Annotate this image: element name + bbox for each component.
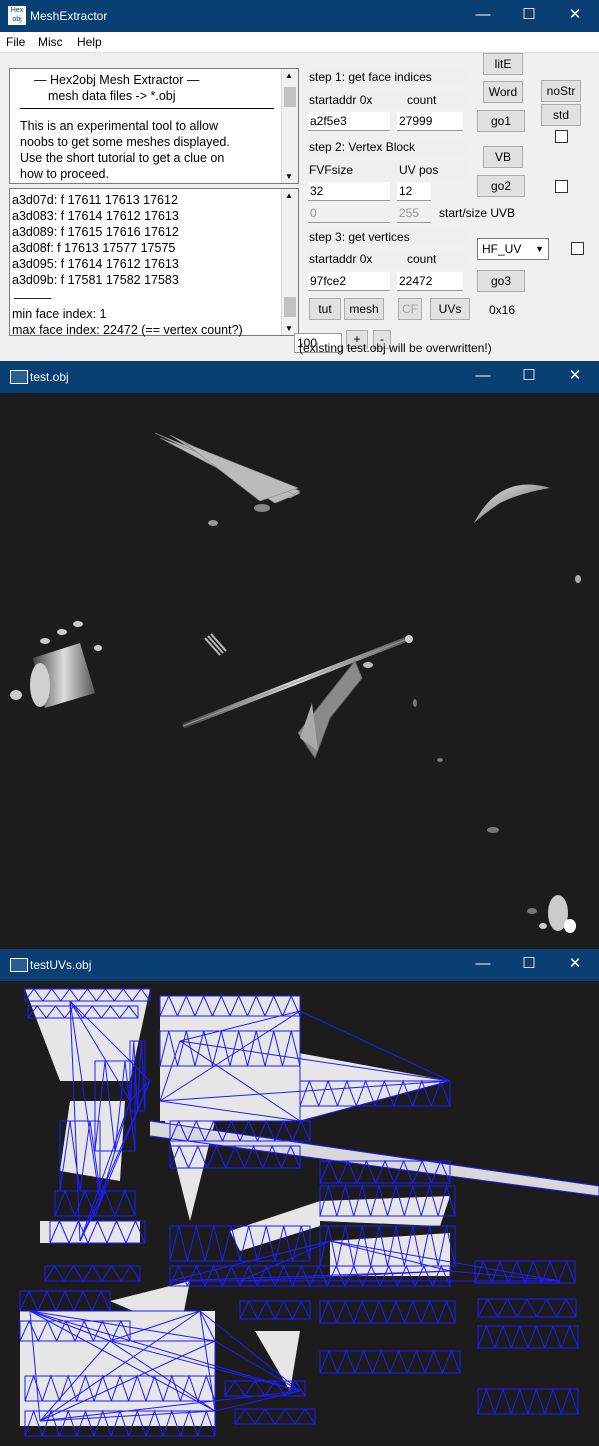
- lite-button[interactable]: litE: [483, 53, 523, 75]
- tut-button[interactable]: tut: [309, 298, 341, 320]
- app-icon: Hex obj: [8, 6, 26, 25]
- log-scrollbar[interactable]: ▲ ▼: [281, 189, 298, 335]
- log-line: a3d09b: f 17581 17582 17583: [12, 273, 179, 287]
- uv-format-value: HF_UV: [482, 242, 522, 256]
- startaddr-text: startaddr 0x: [309, 93, 373, 107]
- menu-file[interactable]: File: [6, 35, 25, 49]
- uv-checkbox[interactable]: [571, 242, 584, 255]
- minimize-icon[interactable]: —: [460, 5, 506, 27]
- window-title: testUVs.obj: [30, 958, 92, 972]
- log-line: a3d07d: f 17611 17613 17612: [12, 193, 178, 207]
- step1-count-input[interactable]: 27999: [397, 112, 463, 131]
- cf-button[interactable]: CF: [398, 298, 422, 320]
- mesh-viewport[interactable]: [0, 393, 599, 949]
- uvb-size-input[interactable]: 255: [397, 204, 431, 223]
- fvfsize-label: FVFsize: [309, 163, 354, 177]
- log-min-index: min face index: 1: [12, 307, 107, 321]
- window-icon: [10, 370, 28, 384]
- maximize-icon[interactable]: ☐: [506, 5, 552, 27]
- intro-scrollbar[interactable]: ▲ ▼: [281, 69, 298, 183]
- step1-startaddr-input[interactable]: a2f5e3: [308, 112, 390, 131]
- step3-count-input[interactable]: 22472: [397, 272, 463, 291]
- intro-line: noobs to get some meshes displayed.: [20, 135, 230, 149]
- count-label: count: [407, 252, 437, 266]
- maximize-icon[interactable]: ☐: [506, 366, 552, 388]
- uvb-label: start/size UVB: [439, 206, 516, 220]
- mesh-button[interactable]: mesh: [344, 298, 384, 320]
- go1-button[interactable]: go1: [477, 110, 525, 132]
- log-line: a3d08f: f 17613 17577 17575: [12, 241, 176, 255]
- fvfsize-input[interactable]: 32: [308, 182, 390, 201]
- count-label: count: [407, 93, 437, 107]
- log-max-index: max face index: 22472 (== vertex count?): [12, 323, 243, 337]
- intro-line: Use the short tutorial to get a clue on: [20, 151, 225, 165]
- intro-line: This is an experimental tool to allow: [20, 119, 219, 133]
- mesh-extractor-window: Hex obj MeshExtractor — ☐ ✕ File Misc Hel…: [0, 0, 599, 361]
- go2-checkbox[interactable]: [555, 180, 568, 193]
- step1-label: step 1: get face indices: [307, 68, 469, 86]
- close-icon[interactable]: ✕: [552, 954, 598, 976]
- uvpos-label: UV pos: [399, 163, 439, 177]
- test-uvs-window: testUVs.obj — ☐ ✕: [0, 949, 599, 1446]
- title-bar[interactable]: test.obj — ☐ ✕: [0, 361, 599, 393]
- maximize-icon[interactable]: ☐: [506, 954, 552, 976]
- uvb-start-input[interactable]: 0: [308, 204, 390, 223]
- intro-textbox[interactable]: — Hex2obj Mesh Extractor — mesh data fil…: [9, 68, 299, 184]
- close-icon[interactable]: ✕: [552, 5, 598, 27]
- close-icon[interactable]: ✕: [552, 366, 598, 388]
- step3-label: step 3: get vertices: [307, 228, 469, 246]
- word-button[interactable]: Word: [483, 81, 523, 103]
- hex-size-label: 0x16: [489, 303, 516, 317]
- uv-format-select[interactable]: HF_UV ▼: [477, 238, 549, 260]
- log-line: a3d095: f 17614 17612 17613: [12, 257, 179, 271]
- minimize-icon[interactable]: —: [460, 954, 506, 976]
- startaddr-text: startaddr 0x: [309, 252, 373, 266]
- startaddr-label: startaddr 0x count: [307, 91, 469, 109]
- uv-viewport[interactable]: [0, 981, 599, 1446]
- title-bar[interactable]: testUVs.obj — ☐ ✕: [0, 949, 599, 981]
- fvf-label-row: FVFsize UV pos: [307, 161, 469, 179]
- vb-button[interactable]: VB: [483, 146, 523, 168]
- overwrite-note: (existing test.obj will be overwritten!): [299, 341, 492, 355]
- log-separator: ———: [14, 291, 52, 305]
- title-bar[interactable]: Hex obj MeshExtractor — ☐ ✕: [0, 0, 599, 32]
- log-line: a3d089: f 17615 17616 17612: [12, 225, 179, 239]
- test-obj-window: test.obj — ☐ ✕: [0, 361, 599, 949]
- step2-label: step 2: Vertex Block: [307, 138, 469, 156]
- intro-line: how to proceed.: [20, 167, 109, 181]
- log-textbox[interactable]: a3d07d: f 17611 17613 17612 a3d083: f 17…: [9, 188, 299, 337]
- std-button[interactable]: std: [541, 104, 581, 126]
- nostr-button[interactable]: noStr: [541, 80, 581, 102]
- minimize-icon[interactable]: —: [460, 366, 506, 388]
- std-checkbox[interactable]: [555, 130, 568, 143]
- window-icon: [10, 958, 28, 972]
- log-line: a3d083: f 17614 17612 17613: [12, 209, 179, 223]
- uvs-button[interactable]: UVs: [430, 298, 470, 320]
- go3-button[interactable]: go3: [477, 270, 525, 292]
- menu-bar: File Misc Help: [0, 32, 599, 52]
- intro-subtitle: mesh data files -> *.obj: [48, 89, 176, 103]
- chevron-down-icon: ▼: [535, 244, 544, 254]
- window-title: MeshExtractor: [30, 9, 108, 23]
- step3-addr-row: startaddr 0x count: [307, 250, 469, 268]
- step3-startaddr-input[interactable]: 97fce2: [308, 272, 390, 291]
- go2-button[interactable]: go2: [477, 175, 525, 197]
- window-title: test.obj: [30, 370, 69, 384]
- intro-title: — Hex2obj Mesh Extractor —: [34, 73, 200, 87]
- menu-help[interactable]: Help: [77, 35, 102, 49]
- uvpos-input[interactable]: 12: [397, 182, 431, 201]
- menu-misc[interactable]: Misc: [38, 35, 63, 49]
